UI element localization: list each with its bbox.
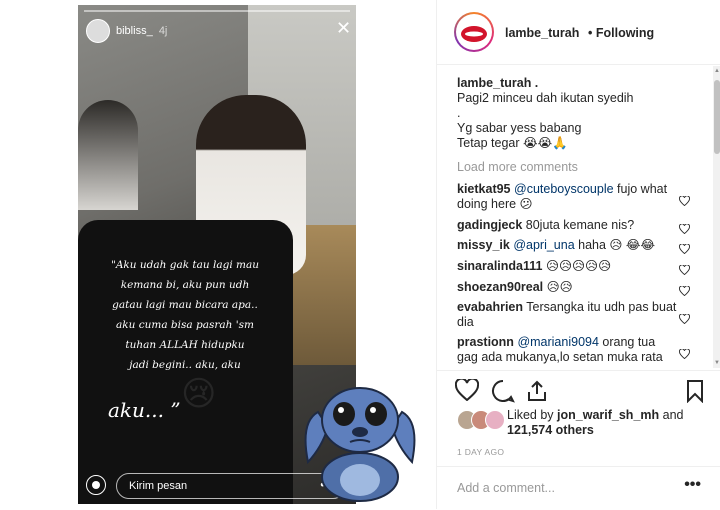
likes-count[interactable]: 121,574 others (507, 423, 594, 437)
comment-author[interactable]: shoezan90real (457, 280, 543, 294)
comments-section: lambe_turah . Pagi2 minceu dah ikutan sy… (437, 64, 720, 370)
story-username: bibliss_ 4j (116, 25, 168, 37)
comment-mention[interactable]: @cuteboyscouple (514, 182, 614, 196)
comment-row: evabahrien Tersangka itu udh pas buat di… (457, 300, 677, 329)
comment-row: gadingjeck 80juta kemane nis? (457, 218, 635, 232)
load-more-comments-link[interactable]: Load more comments (457, 160, 578, 174)
post-timestamp: 1 DAY AGO (457, 447, 505, 457)
lips-logo-icon (461, 26, 487, 42)
heart-icon[interactable] (679, 311, 690, 325)
liked-by-text: Liked by jon_warif_sh_mh and 121,574 oth… (507, 408, 684, 437)
post-detail-panel: lambe_turah • Following lambe_turah . Pa… (436, 0, 720, 509)
heart-icon[interactable] (679, 193, 690, 207)
heart-icon[interactable] (679, 241, 690, 255)
comment-author[interactable]: kietkat95 (457, 182, 511, 196)
comment-row: missy_ik @apri_una haha 😥 😂😂 (457, 238, 656, 252)
story-header: bibliss_ 4j ✕ (78, 5, 356, 49)
bookmark-icon[interactable] (683, 379, 707, 404)
comments-scrollbar[interactable]: ▲ ▼ (713, 66, 720, 368)
comment-row: prastionn @mariani9094 orang tua gag ada… (457, 335, 663, 364)
liker-username[interactable]: jon_warif_sh_mh (557, 408, 659, 422)
more-options-icon[interactable]: ••• (684, 476, 701, 494)
comment-author[interactable]: gadingjeck (457, 218, 522, 232)
story-quote: "Aku udah gak tau lagi mau kemana bi, ak… (111, 259, 259, 371)
heart-icon[interactable] (679, 262, 690, 276)
comment-author[interactable]: missy_ik (457, 238, 510, 252)
story-progress-bar (84, 10, 350, 12)
following-button[interactable]: • Following (588, 26, 654, 40)
heart-icon[interactable] (679, 346, 690, 360)
avatar[interactable] (454, 12, 494, 52)
caption-author[interactable]: lambe_turah . (457, 76, 697, 91)
post-header: lambe_turah • Following (437, 0, 720, 65)
heart-icon[interactable] (679, 221, 690, 235)
story-avatar (86, 19, 110, 43)
likes-summary: Liked by jon_warif_sh_mh and 121,574 oth… (437, 402, 720, 442)
comment-mention[interactable]: @apri_una (513, 238, 574, 252)
comment-mention[interactable]: @mariani9094 (517, 335, 598, 349)
add-comment-input[interactable]: Add a comment... (457, 481, 555, 495)
post-media: bibliss_ 4j ✕ "Aku udah gak tau lagi mau… (0, 0, 436, 509)
heart-icon[interactable] (679, 283, 690, 297)
comment-bubble-icon[interactable] (491, 379, 515, 403)
like-heart-icon[interactable] (454, 377, 480, 403)
liker-avatar[interactable] (485, 410, 505, 430)
comment-row: shoezan90real 😥😥 (457, 280, 573, 294)
close-icon: ✕ (336, 18, 352, 38)
post-author-username[interactable]: lambe_turah (505, 26, 579, 40)
camera-icon (86, 475, 106, 495)
comment-row: kietkat95 @cuteboyscouple fujo what doin… (457, 182, 668, 211)
post-caption: lambe_turah . Pagi2 minceu dah ikutan sy… (457, 76, 697, 151)
comment-row: sinaralinda111 😥😥😥😥😥 (457, 259, 612, 273)
add-comment-bar: Add a comment... ••• (437, 466, 720, 510)
crying-emoji: 😢 (181, 375, 217, 413)
share-icon[interactable] (525, 379, 549, 403)
comment-author[interactable]: evabahrien (457, 300, 523, 314)
comment-author[interactable]: sinaralinda111 (457, 259, 542, 273)
stitch-sticker (304, 387, 416, 502)
comment-author[interactable]: prastionn (457, 335, 514, 349)
story-quote-end: aku... ” (108, 398, 181, 422)
